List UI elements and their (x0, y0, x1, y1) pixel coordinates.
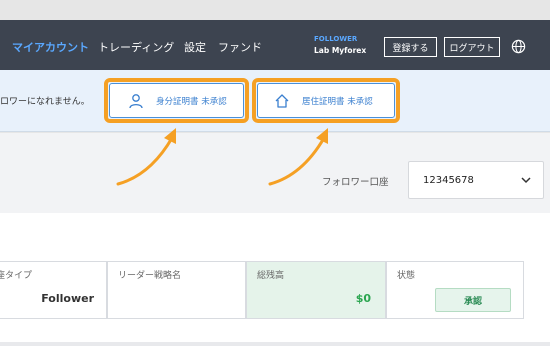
app-frame: マイアカウント トレーディング 設定 ファンド FOLLOWER Lab Myf… (0, 20, 550, 346)
status-badge: 承認 (435, 288, 511, 312)
status-label: 状態 (397, 271, 416, 281)
account-details-panel: 座タイプ Follower リーダー戦略名 総残高 $0 状態 承認 (0, 213, 550, 346)
pointer-arrow-icon (116, 128, 176, 186)
brand-line1: FOLLOWER (314, 35, 358, 43)
account-type-label: 座タイプ (0, 271, 33, 281)
notice-text: ロワーになれません。 (0, 97, 90, 107)
brand-line2: Lab Myforex (314, 46, 367, 55)
id-document-button[interactable]: 身分証明書 未承認 (109, 83, 244, 118)
bottom-divider (0, 342, 550, 346)
nav-my-account[interactable]: マイアカウント (12, 39, 89, 55)
status-cell: 状態 承認 (386, 261, 524, 319)
account-type-cell: 座タイプ Follower (0, 261, 107, 319)
user-icon (129, 93, 143, 108)
id-document-label: 身分証明書 未承認 (156, 96, 227, 107)
chevron-down-icon (521, 177, 531, 184)
account-type-value: Follower (41, 292, 94, 305)
home-icon (275, 93, 289, 108)
follower-account-select[interactable]: 12345678 (408, 161, 544, 199)
nav-settings[interactable]: 設定 (184, 39, 206, 55)
strategy-name-cell: リーダー戦略名 (107, 261, 246, 319)
address-document-label: 居住証明書 未承認 (302, 96, 373, 107)
top-navigation-bar: マイアカウント トレーディング 設定 ファンド FOLLOWER Lab Myf… (0, 20, 550, 70)
globe-icon[interactable] (511, 39, 526, 54)
follower-account-value: 12345678 (423, 174, 474, 186)
nav-trading[interactable]: トレーディング (98, 39, 174, 55)
follower-account-label: フォロワー口座 (322, 177, 389, 188)
total-balance-value: $0 (355, 292, 371, 305)
logout-button[interactable]: ログアウト (444, 37, 500, 57)
nav-fund[interactable]: ファンド (218, 39, 262, 55)
address-document-button[interactable]: 居住証明書 未承認 (257, 83, 395, 118)
strategy-name-label: リーダー戦略名 (118, 271, 182, 281)
total-balance-label: 総残高 (257, 271, 285, 281)
total-balance-cell: 総残高 $0 (246, 261, 386, 319)
register-button[interactable]: 登録する (384, 37, 437, 57)
